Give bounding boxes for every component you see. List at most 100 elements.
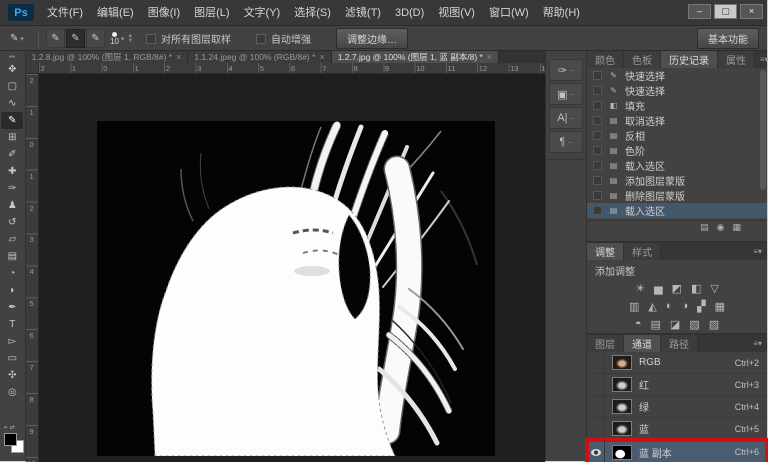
tool-button[interactable]: ▢ (1, 78, 23, 95)
adjustment-icon[interactable]: ▨ (709, 318, 719, 331)
menu-item[interactable]: 图像(I) (141, 0, 187, 26)
menu-item[interactable]: 选择(S) (287, 0, 338, 26)
adjustment-icon[interactable]: ▞ (697, 300, 705, 313)
visibility-toggle[interactable] (587, 374, 605, 395)
adjustment-icon[interactable]: ◐ (666, 300, 673, 312)
adjustment-icon[interactable]: ☀ (635, 282, 645, 295)
collapse-arrows-icon[interactable]: ▸▸ (9, 53, 15, 61)
auto-enhance-checkbox[interactable] (256, 34, 266, 44)
window-control-button[interactable]: ▢ (714, 4, 737, 19)
close-icon[interactable]: × (176, 52, 181, 62)
adjustment-icon[interactable]: ◓ (635, 318, 642, 330)
history-state-row[interactable]: ▤ 反相 (587, 128, 767, 143)
tool-button[interactable]: ✥ (1, 61, 23, 78)
history-source-well[interactable] (593, 86, 602, 95)
tool-button[interactable]: ◔ (1, 265, 23, 282)
history-footer-icon[interactable]: ◉ (717, 222, 725, 233)
tool-button[interactable]: T (1, 316, 23, 333)
history-source-well[interactable] (593, 191, 602, 200)
channel-row[interactable]: 蓝 副本 Ctrl+6 (587, 440, 767, 462)
menu-item[interactable]: 文件(F) (40, 0, 90, 26)
document-tab[interactable]: 1.2.7.jpg @ 100% (图层 1, 蓝 副本/8) * × (332, 51, 499, 63)
tool-button[interactable]: ✣ (1, 367, 23, 384)
channel-thumbnail[interactable] (612, 355, 632, 370)
panel-tab[interactable]: 图层 (587, 335, 624, 352)
foreground-color-swatch[interactable] (4, 433, 17, 446)
adjustment-icon[interactable]: ▤ (651, 318, 661, 331)
menu-item[interactable]: 文字(Y) (237, 0, 288, 26)
history-state-row[interactable]: ◧ 填充 (587, 98, 767, 113)
close-icon[interactable]: × (487, 52, 492, 62)
visibility-toggle[interactable] (587, 352, 605, 373)
history-state-row[interactable]: ✎ 快速选择 (587, 68, 767, 83)
window-control-button[interactable]: – (688, 4, 711, 19)
tool-button[interactable]: ▤ (1, 248, 23, 265)
canvas-pasteboard[interactable] (39, 74, 545, 462)
adjustment-icon[interactable]: ▅ (654, 282, 662, 295)
tool-button[interactable]: ✑ (1, 180, 23, 197)
history-state-row[interactable]: ✎ 快速选择 (587, 83, 767, 98)
scrollbar[interactable] (760, 70, 766, 190)
menu-item[interactable]: 图层(L) (187, 0, 236, 26)
tool-button[interactable]: ▻ (1, 333, 23, 350)
panel-tab[interactable]: 调整 (587, 243, 624, 260)
default-swap-swatch-icons[interactable]: ▪◦ ⇄ (4, 425, 24, 431)
spinner-icon[interactable]: ▲▼ (127, 34, 133, 44)
history-source-well[interactable] (593, 101, 602, 110)
panel-menu-icon[interactable]: ≡▾ (748, 335, 767, 352)
adjustment-icon[interactable]: ▧ (689, 318, 699, 331)
history-state-row[interactable]: ▤ 载入选区 (587, 203, 767, 218)
history-source-well[interactable] (593, 176, 602, 185)
brush-size-picker[interactable]: 10 ▾ ▲▼ (110, 26, 133, 51)
history-source-well[interactable] (593, 146, 602, 155)
history-source-well[interactable] (593, 116, 602, 125)
history-state-row[interactable]: ▤ 删除图层蒙版 (587, 188, 767, 203)
adjustment-icon[interactable]: ◪ (670, 318, 680, 331)
tool-button[interactable]: ▱ (1, 231, 23, 248)
channel-thumbnail[interactable] (612, 399, 632, 414)
collapsed-panel-button[interactable]: ¶ – (549, 131, 583, 153)
menu-item[interactable]: 窗口(W) (482, 0, 536, 26)
tool-button[interactable]: ▭ (1, 350, 23, 367)
sample-all-layers-checkbox[interactable] (146, 34, 156, 44)
adjustment-icon[interactable]: ◭ (648, 300, 656, 313)
selection-mode-button[interactable]: ✎ (86, 29, 105, 48)
history-source-well[interactable] (593, 131, 602, 140)
panel-tab[interactable]: 路径 (661, 335, 698, 352)
history-source-well[interactable] (593, 161, 602, 170)
menu-item[interactable]: 帮助(H) (536, 0, 587, 26)
selection-mode-button[interactable]: ✎ (46, 29, 65, 48)
tool-button[interactable]: ✎ (1, 112, 23, 129)
tool-button[interactable]: ↺ (1, 214, 23, 231)
history-state-row[interactable]: ▤ 添加图层蒙版 (587, 173, 767, 188)
channel-row[interactable]: 红 Ctrl+3 (587, 374, 767, 396)
collapsed-panel-button[interactable]: ▣ – (549, 83, 583, 105)
document-tab[interactable]: 1.2.8.jpg @ 100% (图层 1, RGB/8#) * × (26, 51, 189, 63)
workspace-switcher-button[interactable]: 基本功能 (697, 28, 759, 49)
menu-item[interactable]: 3D(D) (388, 0, 431, 26)
visibility-toggle[interactable] (587, 396, 605, 417)
tool-button[interactable]: ✒ (1, 299, 23, 316)
adjustment-icon[interactable]: ◩ (672, 282, 682, 295)
adjustment-icon[interactable]: ▽ (710, 282, 718, 295)
collapsed-panel-button[interactable]: ✑ – (549, 59, 583, 81)
collapsed-panel-button[interactable]: A| – (549, 107, 583, 129)
panel-tab[interactable]: 历史记录 (661, 51, 718, 68)
document-tab[interactable]: 1.1.24.jpeg @ 100% (RGB/8#) * × (188, 51, 331, 63)
panel-tab[interactable]: 属性 (718, 51, 755, 68)
menu-item[interactable]: 滤镜(T) (338, 0, 388, 26)
panel-tab[interactable]: 样式 (624, 243, 661, 260)
panel-tab[interactable]: 色板 (624, 51, 661, 68)
history-footer-icon[interactable]: ▦ (732, 222, 741, 233)
tool-button[interactable]: ∿ (1, 95, 23, 112)
history-footer-icon[interactable]: ▤ (700, 222, 709, 233)
tool-button[interactable]: ✚ (1, 163, 23, 180)
tool-button[interactable]: ◎ (1, 384, 23, 401)
channel-thumbnail[interactable] (612, 445, 632, 460)
panel-menu-icon[interactable]: ≡▾ (748, 243, 767, 260)
history-source-well[interactable] (593, 206, 602, 215)
tool-button[interactable]: ✐ (1, 146, 23, 163)
canvas-image[interactable] (97, 121, 495, 456)
menu-item[interactable]: 视图(V) (431, 0, 482, 26)
refine-edge-button[interactable]: 调整边缘… (336, 28, 408, 49)
